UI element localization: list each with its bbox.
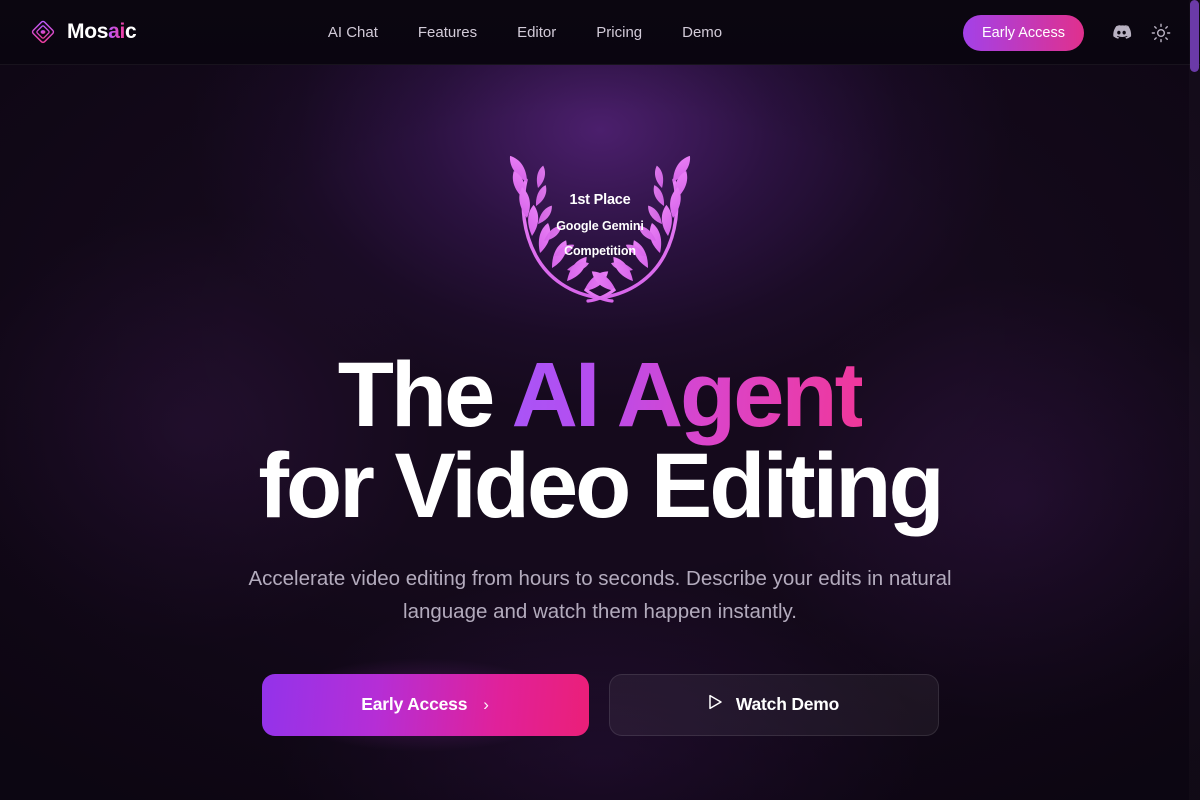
brand-name-suffix: c [125,20,137,43]
cta-button-row: Early Access › Watch Demo [221,639,939,770]
headline-gradient: AI Agent [511,344,865,446]
brand-name-prefix: Mos [67,20,109,43]
headline-line2: for Video Editing [258,435,944,538]
hero-early-access-button[interactable]: Early Access › [261,673,589,736]
award-badge-text: 1st Place Google Gemini Competition [530,193,670,258]
diamond-logo-icon [30,19,56,45]
brand-name: Mosaic [67,20,137,44]
theme-toggle-button[interactable] [1144,16,1178,50]
page-root: Mosaic AI Chat Features Editor Pricing D… [0,0,1200,800]
page-scrollbar-track[interactable] [1189,0,1200,800]
award-badge: 1st Place Google Gemini Competition [500,148,700,308]
play-triangle-icon [708,694,723,715]
hero-section: 1st Place Google Gemini Competition The … [0,65,1200,800]
header-early-access-button[interactable]: Early Access [963,14,1084,51]
brand-logo[interactable]: Mosaic [30,19,137,45]
badge-competition-name: Google Gemini [556,219,644,234]
discord-link-button[interactable] [1104,16,1138,50]
headline-plain: The [337,344,512,446]
brand-name-accent: ai [108,20,126,43]
page-title: The AI Agent for Video Editing [258,349,944,538]
primary-navigation: AI Chat Features Editor Pricing Demo [328,0,722,65]
chevron-right-icon: › [483,694,489,714]
hero-early-access-label: Early Access [361,694,468,715]
watch-demo-button[interactable]: Watch Demo [608,673,939,736]
badge-place: 1st Place [569,191,631,208]
nav-item-pricing[interactable]: Pricing [596,24,642,41]
hero-subtitle: Accelerate video editing from hours to s… [248,567,952,623]
header-actions: Early Access [963,0,1178,65]
nav-item-features[interactable]: Features [418,24,477,41]
badge-competition-word: Competition [564,243,636,258]
discord-icon [1111,22,1132,43]
site-header: Mosaic AI Chat Features Editor Pricing D… [0,0,1200,65]
nav-item-demo[interactable]: Demo [682,24,722,41]
sun-icon [1151,23,1171,43]
nav-item-ai-chat[interactable]: AI Chat [328,24,378,41]
page-scrollbar-thumb[interactable] [1190,0,1199,72]
nav-item-editor[interactable]: Editor [517,24,556,41]
watch-demo-label: Watch Demo [735,694,840,715]
